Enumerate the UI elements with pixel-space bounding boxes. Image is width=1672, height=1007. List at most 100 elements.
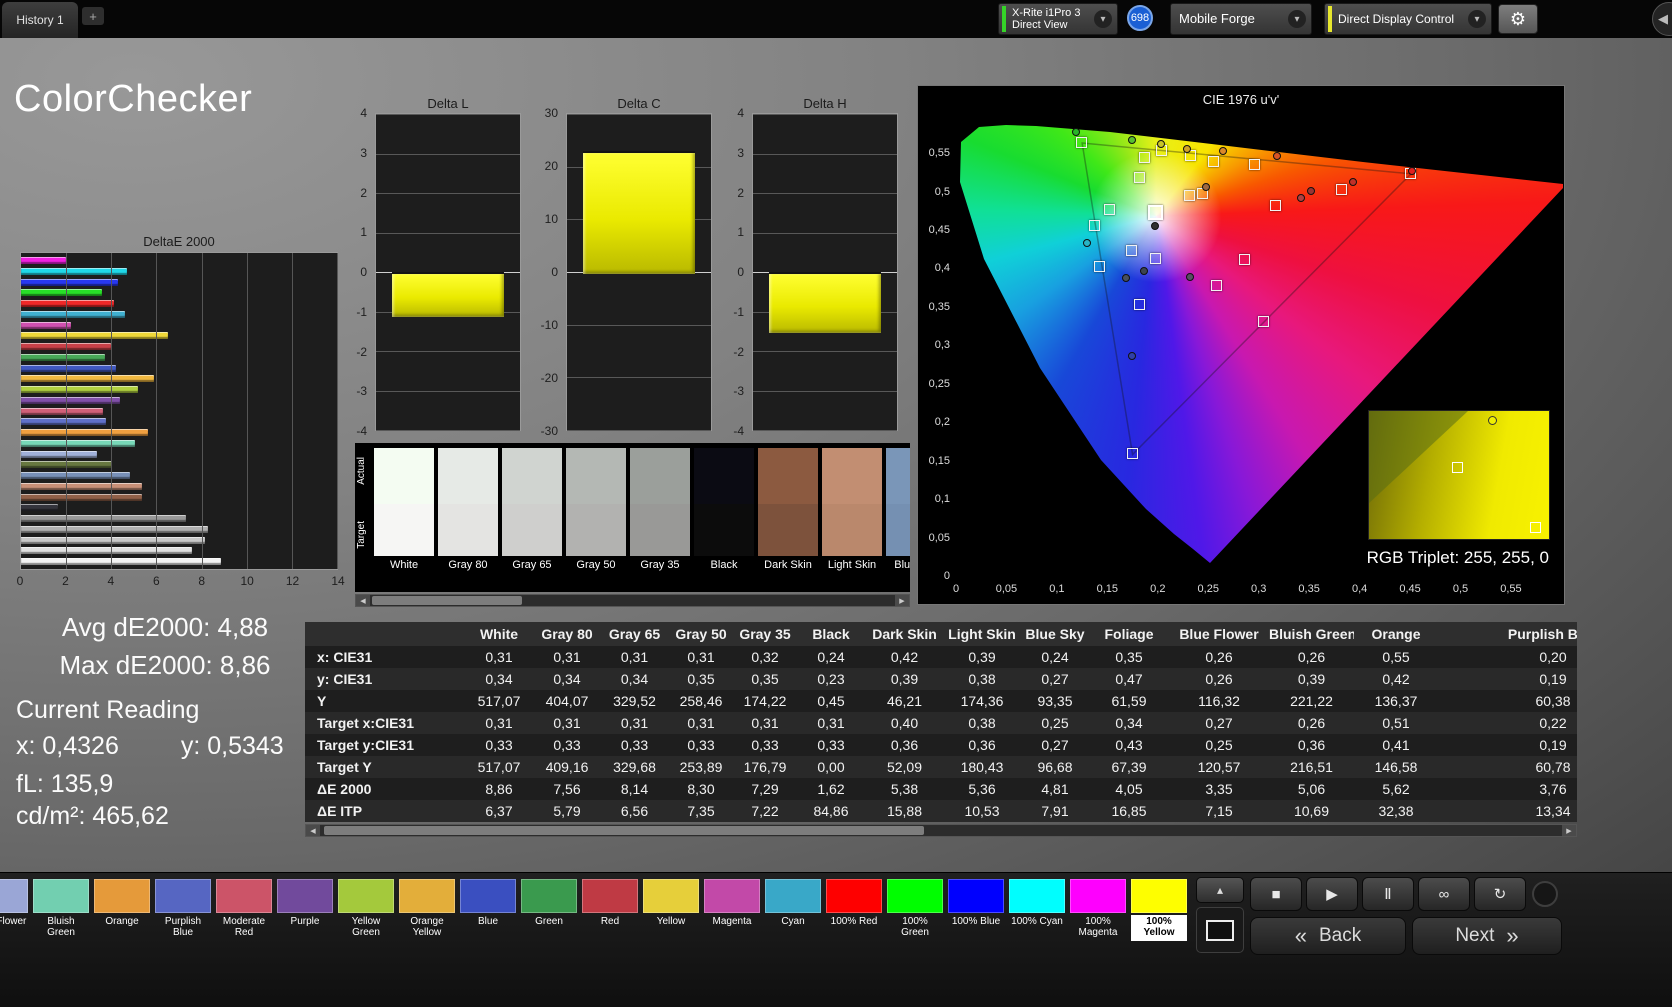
- grid-line: [376, 193, 520, 194]
- collapse-panel-button[interactable]: ◀: [1652, 2, 1672, 36]
- table-cell: 0,31: [601, 646, 668, 668]
- deltae-bar: [21, 386, 139, 393]
- deltae-x-axis: 0 2 4 6 8 10 12 14: [17, 574, 345, 588]
- y-tick-label: -30: [540, 424, 558, 438]
- next-button[interactable]: Next »: [1412, 917, 1562, 955]
- patch-button[interactable]: Green: [521, 879, 577, 941]
- table-row: y: CIE31 0,34 0,34 0,34 0,35 0,35 0,23 0,39 0,38…: [305, 668, 1577, 690]
- stop-button[interactable]: ■: [1250, 877, 1302, 911]
- deltae-bar: [21, 300, 114, 307]
- table-cell: 0,33: [465, 734, 533, 756]
- patch-button[interactable]: Purple: [277, 879, 333, 941]
- patch-button[interactable]: Moderate Red: [216, 879, 272, 941]
- cie-y-tick-label: 0,25: [928, 377, 950, 390]
- back-button[interactable]: « Back: [1250, 917, 1406, 955]
- loop-button[interactable]: ↻: [1474, 877, 1526, 911]
- table-cell: 7,15: [1169, 800, 1269, 822]
- table-cell: 8,14: [601, 778, 668, 800]
- patch-button[interactable]: 100% Green: [887, 879, 943, 941]
- meter-dropdown[interactable]: X-Rite i1Pro 3 Direct View ▾: [998, 3, 1118, 35]
- patch-button[interactable]: Bluish Green: [33, 879, 89, 941]
- chevron-left-icon: ◀: [1658, 11, 1668, 26]
- patch-button[interactable]: 100% Magenta: [1070, 879, 1126, 941]
- scroll-left-icon[interactable]: ◀: [306, 825, 320, 836]
- table-cell: 0,20: [1438, 646, 1577, 668]
- cie-target-marker: [1211, 280, 1223, 292]
- x-tick-label: 10: [240, 574, 254, 588]
- table-cell: 0,35: [1089, 646, 1169, 668]
- deltae-bar-row: [21, 439, 337, 447]
- pause-button[interactable]: Ⅱ: [1362, 877, 1414, 911]
- patch-button[interactable]: Orange: [94, 879, 150, 941]
- swatch-column: Gray 80: [438, 448, 498, 577]
- scrollbar-thumb[interactable]: [372, 596, 522, 605]
- patch-button[interactable]: 100% Cyan: [1009, 879, 1065, 941]
- table-cell: 4,81: [1021, 778, 1089, 800]
- current-reading-xy: x: 0,4326 y: 0,5343: [16, 732, 284, 761]
- deltae-bar-row: [21, 429, 337, 436]
- inset-dot-marker: [1488, 416, 1498, 426]
- patch-button[interactable]: Red: [582, 879, 638, 941]
- chevron-down-icon[interactable]: ▾: [1094, 10, 1112, 28]
- patch-label: Green: [535, 916, 563, 927]
- cie-measurement-marker: [1121, 273, 1130, 282]
- swatch-label: Gray 65: [512, 559, 552, 571]
- table-cell: 0,55: [1354, 646, 1438, 668]
- cie-x-tick-label: 0,55: [1500, 583, 1522, 595]
- tab-history-1[interactable]: History 1: [2, 2, 78, 38]
- table-scrollbar[interactable]: ◀ ▶: [305, 824, 1577, 837]
- cie-target-marker: [1133, 172, 1145, 184]
- patch-color: [887, 879, 943, 913]
- scroll-right-icon[interactable]: ▶: [895, 595, 909, 606]
- patch-button[interactable]: 100% Red: [826, 879, 882, 941]
- gear-icon: ⚙: [1509, 8, 1527, 29]
- delta-l-y-axis: 4 3 2 1 0 -1 -2 -3 -4: [341, 106, 371, 438]
- grid-line: [753, 193, 897, 194]
- chevron-down-icon[interactable]: ▾: [1288, 10, 1306, 28]
- cie-target-marker: [1133, 298, 1145, 310]
- expand-patch-list-button[interactable]: ▴: [1196, 877, 1244, 903]
- workflow-dropdown[interactable]: Direct Display Control ▾: [1324, 3, 1492, 35]
- continuous-measure-button[interactable]: ∞: [1418, 877, 1470, 911]
- table-cell: 0,25: [1021, 712, 1089, 734]
- patch-button[interactable]: Blue: [460, 879, 516, 941]
- table-cell: 253,89: [668, 756, 734, 778]
- play-button[interactable]: ▶: [1306, 877, 1358, 911]
- scroll-right-icon[interactable]: ▶: [1562, 825, 1576, 836]
- table-cell: 0,31: [465, 712, 533, 734]
- table-cell: 120,57: [1169, 756, 1269, 778]
- chevron-down-icon[interactable]: ▾: [1468, 10, 1486, 28]
- cie-y-tick-label: 0: [943, 570, 950, 582]
- scroll-left-icon[interactable]: ◀: [356, 595, 370, 606]
- pattern-window-button[interactable]: [1196, 907, 1244, 953]
- grid-line: [376, 390, 520, 392]
- deltae-bar-row: [21, 267, 337, 275]
- scrollbar-thumb[interactable]: [324, 826, 924, 835]
- new-tab-button[interactable]: +: [82, 7, 104, 25]
- deltae-bar: [21, 472, 130, 479]
- actual-swatch: [758, 448, 818, 504]
- cie-measurement-marker: [1297, 193, 1306, 202]
- patch-button[interactable]: Blue Flower: [0, 879, 28, 941]
- patch-button[interactable]: 100% Yellow: [1131, 879, 1187, 941]
- patch-button[interactable]: Yellow: [643, 879, 699, 941]
- deltae-bar-row: [21, 396, 337, 404]
- patch-label: Purple: [290, 916, 320, 927]
- patch-button[interactable]: Orange Yellow: [399, 879, 455, 941]
- swatch-strip-scrollbar[interactable]: ◀ ▶: [355, 594, 910, 607]
- settings-button[interactable]: ⚙: [1498, 4, 1538, 34]
- patch-button[interactable]: Purplish Blue: [155, 879, 211, 941]
- table-cell: 7,91: [1021, 800, 1089, 822]
- patch-button[interactable]: Cyan: [765, 879, 821, 941]
- patch-button[interactable]: 100% Blue: [948, 879, 1004, 941]
- row-label: y: CIE31: [305, 668, 465, 690]
- results-data-table: White Gray 80 Gray 65 Gray 50 Gray 35 Black Da…: [305, 622, 1577, 822]
- patch-button[interactable]: Magenta: [704, 879, 760, 941]
- patch-color: [765, 879, 821, 913]
- column-header: Light Skin: [943, 622, 1021, 646]
- grid-line: [156, 253, 158, 569]
- source-dropdown[interactable]: Mobile Forge ▾: [1170, 3, 1312, 35]
- deltae-bar-row: [21, 418, 337, 426]
- patch-button[interactable]: Yellow Green: [338, 879, 394, 941]
- cie-y-tick-label: 0,1: [934, 493, 950, 506]
